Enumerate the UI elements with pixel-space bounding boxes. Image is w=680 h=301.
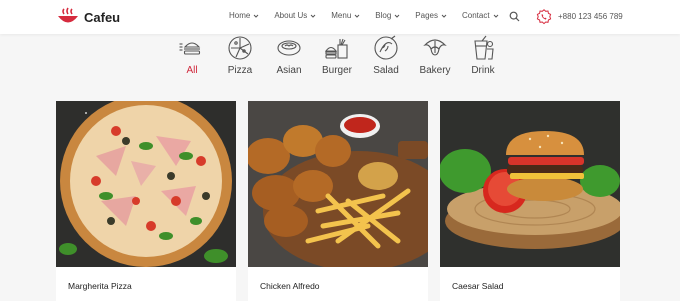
nav-item-about[interactable]: About Us [274,11,316,20]
chevron-down-icon [394,14,400,18]
burger-photo [440,101,620,267]
menu-card-chicken[interactable]: Chicken Alfredo [248,101,428,301]
nav-item-blog[interactable]: Blog [375,11,400,20]
bowl-icon [277,40,301,56]
category-label: Salad [373,65,399,76]
nav-item-contact[interactable]: Contact [462,11,499,20]
menu-card-salad[interactable]: Caesar Salad [440,101,620,301]
nav-label: Contact [461,11,490,20]
category-tab-asian[interactable]: Asian [267,35,311,76]
card-title: Margherita Pizza [68,281,132,291]
category-tab-pizza[interactable]: Pizza [218,35,262,76]
category-tab-salad[interactable]: Salad [364,35,408,76]
card-title: Chicken Alfredo [260,281,320,291]
nav-item-pages[interactable]: Pages [415,11,447,20]
category-label: Burger [321,65,352,76]
site-header: Cafeu Home About Us Menu Blog Pages Cont… [0,0,680,34]
category-label: All [186,65,198,76]
croissant-icon [423,39,447,56]
chevron-down-icon [441,14,447,18]
category-tab-bakery[interactable]: Bakery [413,35,457,76]
nav-label: Pages [415,11,438,20]
category-label: Drink [471,65,495,76]
main-nav: Home About Us Menu Blog Pages Contact [229,11,499,20]
logo[interactable]: Cafeu [56,6,120,28]
category-tab-all[interactable]: All [170,35,214,76]
category-tab-drink[interactable]: Drink [461,35,505,76]
chevron-down-icon [493,14,498,18]
fast-food-icon [324,38,348,59]
category-label: Asian [276,65,302,76]
nav-label: Home [229,11,251,20]
category-label: Bakery [419,65,451,76]
drink-icon [474,35,494,60]
search-icon [509,11,520,22]
nav-label: Blog [375,11,392,20]
search-button[interactable] [509,11,520,22]
phone-badge-icon [536,9,552,25]
steaming-bowl-icon [58,7,78,23]
phone-badge[interactable] [536,9,552,25]
category-label: Pizza [227,65,253,76]
nav-item-home[interactable]: Home [229,11,259,20]
pizza-photo [56,101,236,267]
menu-card-pizza[interactable]: Margherita Pizza [56,101,236,301]
pizza-icon [228,36,252,60]
nav-label: Menu [331,11,352,20]
salad-icon [374,35,398,60]
chevron-down-icon [354,14,360,18]
nav-label: About Us [274,11,308,20]
fried-chicken-fries-photo [248,101,428,267]
nav-item-menu[interactable]: Menu [331,11,360,20]
burger-stack-icon [179,42,201,55]
category-filter-bar: All Pizza Asian Burger Salad Bakery Drin… [0,35,680,115]
chevron-down-icon [253,14,259,18]
chevron-down-icon [310,14,316,18]
card-title: Caesar Salad [452,281,504,291]
phone-number[interactable]: +880 123 456 789 [558,12,623,21]
brand-name: Cafeu [84,9,121,25]
category-tab-burger[interactable]: Burger [315,35,359,76]
